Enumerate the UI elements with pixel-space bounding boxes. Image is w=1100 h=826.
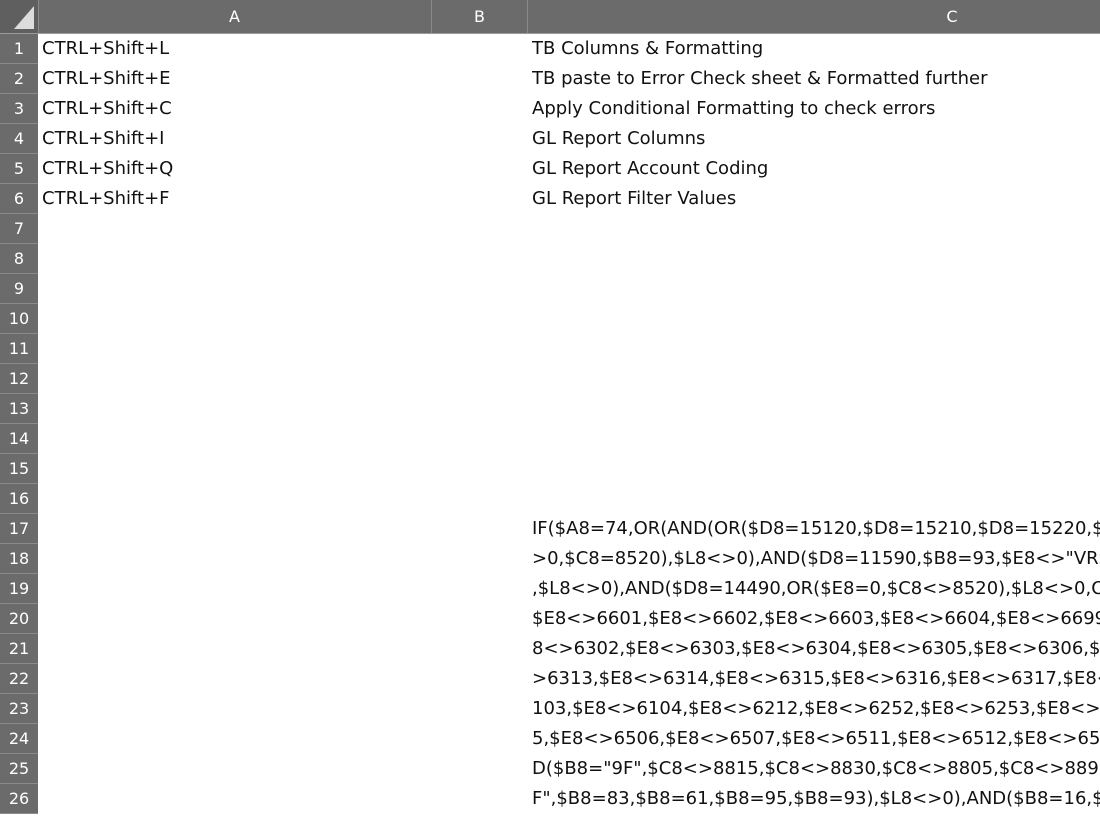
shortcut-description-cell[interactable]: Apply Conditional Formatting to check er… <box>532 94 1100 124</box>
shortcut-description-cell[interactable]: TB paste to Error Check sheet & Formatte… <box>532 64 1100 94</box>
row-header[interactable]: 1 <box>0 34 38 64</box>
formula-text-line[interactable]: F",$B8=83,$B8=61,$B8=95,$B8=93),$L8<>0),… <box>532 784 1100 814</box>
column-header-bar: A B C <box>0 0 1100 34</box>
row-header[interactable]: 2 <box>0 64 38 94</box>
formula-text-line[interactable]: >6313,$E8<>6314,$E8<>6315,$E8<>6316,$E8<… <box>532 664 1100 694</box>
row-header[interactable]: 5 <box>0 154 38 184</box>
row-header[interactable]: 23 <box>0 694 38 724</box>
shortcut-key-cell[interactable]: CTRL+Shift+F <box>42 184 428 214</box>
row-header[interactable]: 9 <box>0 274 38 304</box>
row-header[interactable]: 24 <box>0 724 38 754</box>
spreadsheet: A B C 1 2 3 4 5 6 7 8 9 10 11 12 13 14 15 16 17 18 19 20 21 2… <box>0 0 1100 826</box>
shortcut-description-cell[interactable]: GL Report Filter Values <box>532 184 1100 214</box>
shortcut-key-cell[interactable]: CTRL+Shift+C <box>42 94 428 124</box>
column-header-a[interactable]: A <box>38 0 432 33</box>
formula-text-line[interactable]: ,$L8<>0),AND($D8=14490,OR($E8=0,$C8<>852… <box>532 574 1100 604</box>
row-header[interactable]: 4 <box>0 124 38 154</box>
row-header[interactable]: 25 <box>0 754 38 784</box>
row-header[interactable]: 13 <box>0 394 38 424</box>
select-all-triangle-icon <box>14 6 34 29</box>
formula-text-line[interactable]: IF($A8=74,OR(AND(OR($D8=15120,$D8=15210,… <box>532 514 1100 544</box>
row-header[interactable]: 26 <box>0 784 38 814</box>
shortcut-key-cell[interactable]: CTRL+Shift+L <box>42 34 428 64</box>
shortcut-key-cell[interactable]: CTRL+Shift+Q <box>42 154 428 184</box>
shortcut-description-cell[interactable]: GL Report Columns <box>532 124 1100 154</box>
formula-text-line[interactable]: $E8<>6601,$E8<>6602,$E8<>6603,$E8<>6604,… <box>532 604 1100 634</box>
row-header[interactable]: 3 <box>0 94 38 124</box>
shortcut-description-cell[interactable]: TB Columns & Formatting <box>532 34 1100 64</box>
column-header-b[interactable]: B <box>432 0 528 33</box>
row-header[interactable]: 20 <box>0 604 38 634</box>
row-header[interactable]: 21 <box>0 634 38 664</box>
row-header[interactable]: 17 <box>0 514 38 544</box>
row-header[interactable]: 12 <box>0 364 38 394</box>
formula-text-line[interactable]: 8<>6302,$E8<>6303,$E8<>6304,$E8<>6305,$E… <box>532 634 1100 664</box>
formula-text-line[interactable]: 103,$E8<>6104,$E8<>6212,$E8<>6252,$E8<>6… <box>532 694 1100 724</box>
shortcut-description-cell[interactable]: GL Report Account Coding <box>532 154 1100 184</box>
row-header[interactable]: 19 <box>0 574 38 604</box>
formula-text-line[interactable]: >0,$C8=8520),$L8<>0),AND($D8=11590,$B8=9… <box>532 544 1100 574</box>
row-header[interactable]: 7 <box>0 214 38 244</box>
row-header[interactable]: 18 <box>0 544 38 574</box>
row-header[interactable]: 14 <box>0 424 38 454</box>
shortcut-key-cell[interactable]: CTRL+Shift+E <box>42 64 428 94</box>
row-header[interactable]: 15 <box>0 454 38 484</box>
formula-text-line[interactable]: 5,$E8<>6506,$E8<>6507,$E8<>6511,$E8<>651… <box>532 724 1100 754</box>
row-header[interactable]: 16 <box>0 484 38 514</box>
row-header[interactable]: 10 <box>0 304 38 334</box>
shortcut-key-cell[interactable]: CTRL+Shift+I <box>42 124 428 154</box>
formula-text-line[interactable]: D($B8="9F",$C8<>8815,$C8<>8830,$C8<>8805… <box>532 754 1100 784</box>
select-all-button[interactable] <box>0 0 39 33</box>
row-header[interactable]: 22 <box>0 664 38 694</box>
column-header-c[interactable]: C <box>528 0 1100 33</box>
row-header[interactable]: 8 <box>0 244 38 274</box>
row-header[interactable]: 11 <box>0 334 38 364</box>
row-header[interactable]: 6 <box>0 184 38 214</box>
